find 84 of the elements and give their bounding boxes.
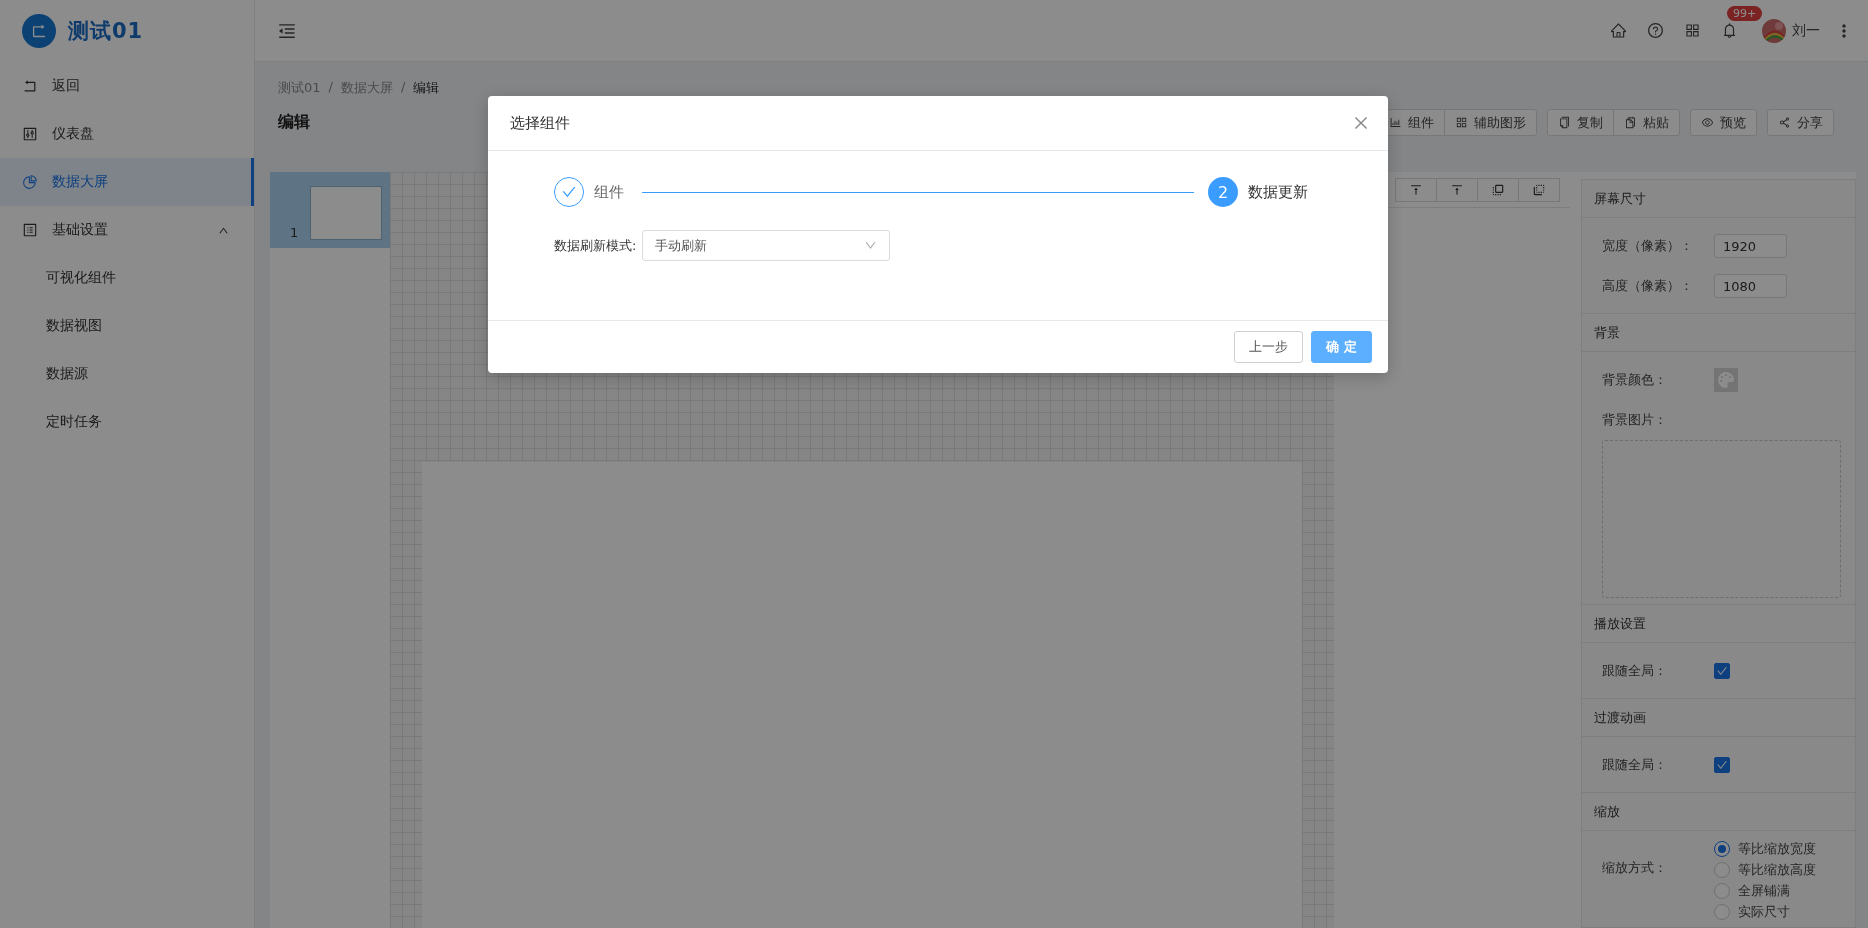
toolbar-button[interactable]: 复制 [1548,110,1613,135]
back-button[interactable]: 上一步 [1234,331,1304,363]
thumbnail-preview [310,186,382,240]
radio-button[interactable] [1714,861,1730,878]
step-number: 2 [1208,177,1238,207]
field-label: 跟随全局： [1602,756,1668,774]
breadcrumb-item[interactable]: 测试01 [278,79,321,97]
field-label: 背景图片： [1602,411,1668,429]
chevron-down-icon [864,239,878,252]
section-title: 缩放 [1582,793,1855,831]
menu-item[interactable]: 数据源 [0,350,254,398]
breadcrumb-separator: / [328,79,333,96]
radio-label: 实际尺寸 [1738,902,1790,921]
return-icon [22,78,38,94]
pie-chart-icon [22,174,38,190]
close-button[interactable] [1352,114,1370,132]
user-name[interactable]: 刘一 [1792,21,1820,40]
send-back-button[interactable] [1518,177,1560,202]
field-label: 背景颜色： [1602,371,1668,389]
check-icon [1716,759,1728,771]
grid-icon[interactable] [1684,22,1701,39]
checkbox[interactable] [1714,663,1730,679]
align-top-icon [1450,182,1464,197]
grid-icon [1455,116,1468,129]
toolbar-button[interactable]: 辅助图形 [1444,110,1536,135]
toolbar-button[interactable]: 分享 [1768,110,1833,135]
share-icon [1778,116,1791,129]
radio-button[interactable] [1714,840,1730,857]
logo-icon [22,14,56,48]
bring-front-button[interactable] [1477,177,1519,202]
step-label: 数据更新 [1248,182,1308,202]
toolbar-button[interactable]: 组件 [1379,110,1444,135]
number-input[interactable]: 1080 [1714,274,1787,298]
app-title: 测试01 [68,18,144,45]
field-label: 跟随全局： [1602,662,1668,680]
section-title: 背景 [1582,314,1855,352]
menu-item[interactable]: 仪表盘 [0,110,254,158]
breadcrumb-item: 编辑 [413,79,440,97]
thumbnail-number: 1 [290,225,299,240]
section-title: 播放设置 [1582,605,1855,643]
page-title: 编辑 [278,112,310,133]
toolbar-button[interactable]: 粘贴 [1613,110,1679,135]
radio-dot [1718,844,1726,853]
dialog-title: 选择组件 [510,113,570,133]
notification-badge: 99+ [1727,6,1763,21]
bell-icon[interactable] [1721,22,1738,39]
field-label: 高度（像素）： [1602,277,1694,295]
radio-label: 等比缩放高度 [1738,860,1816,879]
align-top-button[interactable] [1436,177,1478,202]
radio-label: 全屏铺满 [1738,881,1790,900]
step-label: 组件 [594,182,624,202]
menu-item[interactable]: 数据视图 [0,302,254,350]
eye-icon [1701,116,1714,129]
menu-item[interactable]: 数据大屏 [0,158,254,206]
menu-item[interactable]: 可视化组件 [0,254,254,302]
section-title: 过渡动画 [1582,699,1855,737]
field-label: 缩放方式： [1602,859,1668,877]
refresh-mode-select[interactable]: 手动刷新 [642,230,891,261]
section-title: 屏幕尺寸 [1582,180,1855,218]
menu-item[interactable]: 定时任务 [0,398,254,446]
radio-button[interactable] [1714,882,1730,899]
number-input[interactable]: 1920 [1714,234,1787,258]
page-thumbnail[interactable]: 1 [270,172,390,248]
help-icon[interactable] [1647,22,1664,39]
radio-button[interactable] [1714,903,1730,920]
check-icon [1716,665,1728,677]
menu-item[interactable]: 返回 [0,62,254,110]
field-label: 宽度（像素）： [1602,237,1694,255]
clipboard-icon [1624,116,1637,129]
bring-front-icon [1491,182,1505,197]
copy-icon [1558,116,1571,129]
checkbox[interactable] [1714,757,1730,773]
send-back-icon [1532,182,1546,197]
sliders-icon [22,126,38,142]
breadcrumb-separator: / [400,79,406,96]
radio-label: 等比缩放宽度 [1738,839,1816,858]
notebook-icon [22,222,38,238]
bar-chart-icon [1389,116,1402,129]
align-top-icon [1409,182,1423,197]
toolbar-button[interactable]: 预览 [1691,110,1756,135]
menu-item[interactable]: 基础设置 [0,206,254,254]
field-label: 数据刷新模式: [554,236,637,255]
align-button[interactable] [1395,177,1437,202]
home-icon[interactable] [1610,22,1627,39]
